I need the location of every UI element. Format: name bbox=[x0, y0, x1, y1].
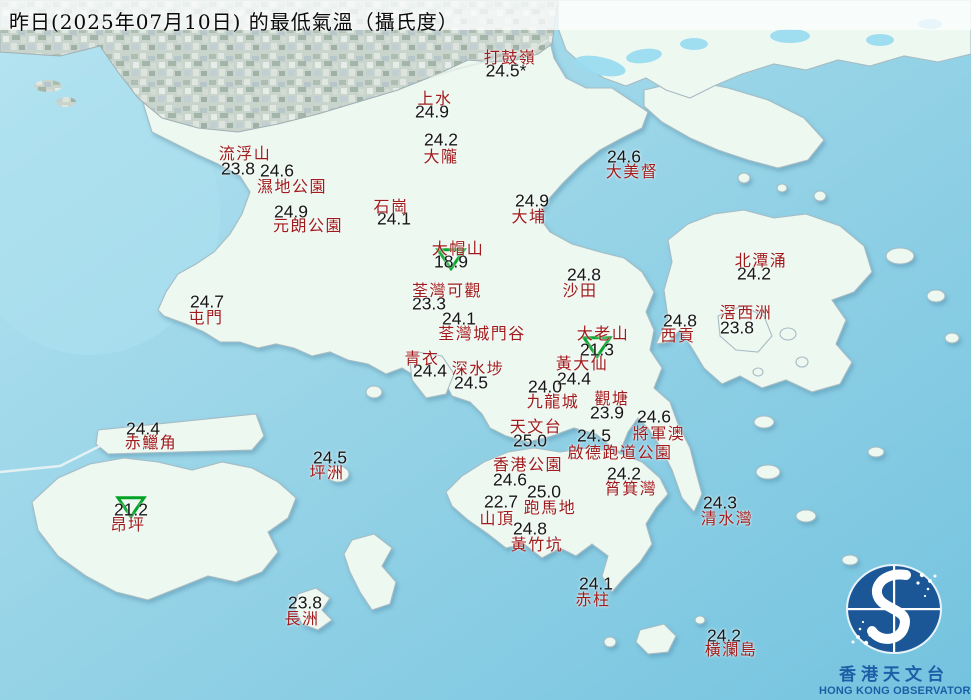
station-name: 荃灣可觀 bbox=[411, 281, 483, 300]
station-name: 長洲 bbox=[284, 609, 320, 628]
station-name: 啟德跑道公園 bbox=[567, 443, 673, 462]
station-name: 橫瀾島 bbox=[704, 640, 758, 659]
station-name: 九龍城 bbox=[526, 392, 580, 411]
station-name: 深水埗 bbox=[451, 359, 505, 378]
hko-logo-english: HONG KONG OBSERVATORY bbox=[819, 685, 971, 697]
station-name: 赤柱 bbox=[575, 590, 611, 609]
station-name: 天文台 bbox=[509, 417, 563, 436]
station-name: 青衣 bbox=[404, 349, 440, 368]
station-name: 大美督 bbox=[605, 162, 659, 181]
station-name: 滘西洲 bbox=[719, 303, 773, 322]
station-name: 黃竹坑 bbox=[510, 535, 564, 554]
hko-min-temp-map: 24.5* 打鼓嶺 24.9 上水 24.2 大隴 23.8 流浮山 24.6 濕地公園 24.9 元… bbox=[0, 0, 971, 700]
hko-logo-icon bbox=[846, 564, 942, 654]
station-name: 香港公園 bbox=[492, 455, 564, 474]
station-name: 打鼓嶺 bbox=[483, 48, 537, 67]
station-name: 觀塘 bbox=[594, 389, 630, 408]
station-name: 山頂 bbox=[479, 509, 515, 528]
station-name: 大隴 bbox=[423, 147, 459, 166]
station-name: 大帽山 bbox=[431, 239, 485, 258]
station-name: 石崗 bbox=[373, 197, 409, 216]
station-name: 北潭涌 bbox=[734, 251, 788, 270]
station-name: 筲箕灣 bbox=[604, 479, 658, 498]
station-name: 清水灣 bbox=[700, 509, 754, 528]
station-name: 濕地公園 bbox=[256, 177, 328, 196]
station-name: 跑馬地 bbox=[523, 498, 577, 517]
station-name: 屯門 bbox=[188, 308, 224, 327]
station-name: 昂坪 bbox=[110, 515, 146, 534]
station-name: 赤鱲角 bbox=[124, 433, 178, 452]
map-title: 昨日(2025年07月10日) 的最低氣溫（攝氏度） bbox=[9, 10, 459, 34]
station-name: 荃灣城門谷 bbox=[438, 324, 526, 343]
station-name: 上水 bbox=[417, 89, 453, 108]
station-name: 沙田 bbox=[562, 281, 598, 300]
station-name: 大埔 bbox=[511, 207, 547, 226]
hko-logo: 香港天文台 HONG KONG OBSERVATORY bbox=[819, 563, 971, 697]
station-name: 黃大仙 bbox=[555, 354, 609, 373]
hko-logo-chinese: 香港天文台 bbox=[839, 665, 949, 685]
station-name: 元朗公園 bbox=[272, 216, 344, 235]
station-name: 大老山 bbox=[576, 324, 630, 343]
station-name: 西貢 bbox=[660, 326, 696, 345]
station-name: 坪洲 bbox=[309, 463, 345, 482]
